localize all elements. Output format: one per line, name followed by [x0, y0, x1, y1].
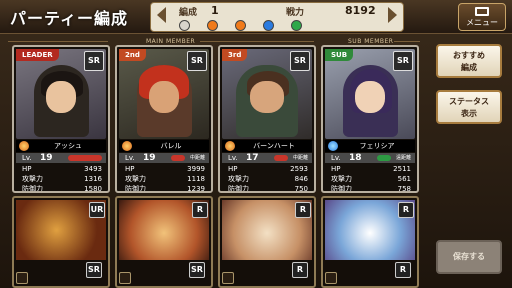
top-bar: パーティー編成 編成 1 戦力 8192 メニュー [0, 0, 512, 34]
rarity-badge: SR [290, 51, 310, 71]
hp-label: HP [125, 165, 135, 173]
element-orb-fire-icon[interactable] [207, 20, 218, 31]
rarity-badge: UR [89, 202, 105, 218]
menu-button[interactable]: メニュー [458, 3, 506, 31]
member-card-2nd[interactable]: 2nd SR バレル Lv. 19 中距離 HP 3999 攻撃力 1118 防御力 12… [115, 45, 213, 193]
element-orb-fire-icon[interactable] [235, 20, 246, 31]
attack-type-bar [274, 155, 288, 161]
atk-label: 攻撃力 [228, 175, 249, 183]
lv-label: Lv. [331, 154, 341, 162]
atk-value: 1316 [84, 175, 102, 183]
lv-value: 18 [349, 153, 362, 163]
save-button[interactable]: 保存する [436, 240, 502, 274]
party-formation-screen: パーティー編成 編成 1 戦力 8192 メニュー MAIN MEMBER SU… [0, 0, 512, 288]
position-badge: 2nd [119, 49, 146, 61]
attack-type-bar [171, 155, 185, 161]
party-number: 1 [211, 4, 219, 17]
member-card-sub[interactable]: SUB SR フェリシア Lv. 18 遠距離 HP 2511 攻撃力 561 防御力 7… [321, 45, 419, 193]
prev-party-arrow-icon[interactable] [157, 7, 166, 23]
power-label: 戦力 [286, 8, 305, 18]
lv-value: 19 [143, 153, 156, 163]
hp-value: 2593 [290, 165, 308, 173]
divider [8, 41, 108, 42]
def-value: 758 [397, 185, 411, 193]
lv-label: Lv. [228, 154, 238, 162]
range-badge: 中距離 [189, 155, 205, 161]
atk-value: 846 [294, 175, 308, 183]
hp-value: 2511 [393, 165, 411, 173]
attack-type-bar [377, 155, 391, 161]
rarity-badge: SR [86, 262, 102, 278]
expand-icon[interactable] [222, 272, 234, 284]
character-name: アッシュ [54, 142, 82, 150]
hp-label: HP [22, 165, 32, 173]
water-element-icon [328, 141, 338, 151]
fire-element-icon [122, 141, 132, 151]
element-orb-wind-icon[interactable] [291, 20, 302, 31]
position-badge: 3rd [222, 49, 248, 61]
element-orb-water-icon[interactable] [263, 20, 274, 31]
recommend-formation-button[interactable]: おすすめ 編成 [436, 44, 502, 78]
lv-label: Lv. [125, 154, 135, 162]
sub-member-label: SUB MEMBER [348, 38, 394, 45]
rarity-badge: R [398, 202, 414, 218]
party-selector: 編成 1 戦力 8192 [150, 2, 404, 32]
def-label: 防御力 [22, 185, 43, 193]
divider [394, 41, 420, 42]
hp-label: HP [228, 165, 238, 173]
rarity-badge: SR [84, 51, 104, 71]
rarity-badge: SR [189, 262, 205, 278]
expand-icon[interactable] [119, 272, 131, 284]
lv-value: 19 [40, 153, 53, 163]
member-card-leader[interactable]: LEADER SR アッシュ Lv. 19 HP 3493 攻撃力 1316 防御力 1… [12, 45, 110, 193]
rarity-badge: SR [393, 51, 413, 71]
atk-value: 1118 [187, 175, 205, 183]
character-name: フェリシア [359, 142, 395, 150]
position-badge: SUB [325, 49, 354, 61]
rarity-badge: R [292, 262, 308, 278]
def-label: 防御力 [228, 185, 249, 193]
fire-element-icon [19, 141, 29, 151]
range-badge: 遠距離 [395, 155, 411, 161]
page-title: パーティー編成 [10, 9, 129, 28]
expand-icon[interactable] [16, 272, 28, 284]
lv-label: Lv. [22, 154, 32, 162]
element-orb-neutral-icon[interactable] [179, 20, 190, 31]
attack-type-bar [68, 155, 102, 161]
rarity-badge: R [395, 262, 411, 278]
main-member-label: MAIN MEMBER [146, 38, 196, 45]
atk-value: 561 [397, 175, 411, 183]
member-card-3rd[interactable]: 3rd SR バーンハート Lv. 17 中距離 HP 2593 攻撃力 846 防御力… [218, 45, 316, 193]
character-name: バレル [160, 142, 182, 150]
party-label: 編成 [179, 8, 198, 18]
range-badge: 中距離 [292, 155, 308, 161]
rarity-badge: SR [187, 51, 207, 71]
rarity-badge: R [192, 202, 208, 218]
def-value: 750 [294, 185, 308, 193]
next-party-arrow-icon[interactable] [388, 7, 397, 23]
atk-label: 攻撃力 [331, 175, 352, 183]
power-value: 8192 [345, 4, 376, 17]
menu-icon [475, 7, 489, 16]
position-badge: LEADER [16, 49, 59, 61]
hp-value: 3999 [187, 165, 205, 173]
status-display-button[interactable]: ステータス 表示 [436, 90, 502, 124]
menu-label: メニュー [466, 18, 498, 27]
character-name: バーンハート [253, 142, 295, 150]
def-value: 1580 [84, 185, 102, 193]
def-label: 防御力 [125, 185, 146, 193]
hp-label: HP [331, 165, 341, 173]
rarity-badge: R [295, 202, 311, 218]
hp-value: 3493 [84, 165, 102, 173]
lv-value: 17 [246, 153, 259, 163]
def-value: 1239 [187, 185, 205, 193]
atk-label: 攻撃力 [125, 175, 146, 183]
divider [200, 41, 314, 42]
atk-label: 攻撃力 [22, 175, 43, 183]
expand-icon[interactable] [325, 272, 337, 284]
def-label: 防御力 [331, 185, 352, 193]
fire-element-icon [225, 141, 235, 151]
